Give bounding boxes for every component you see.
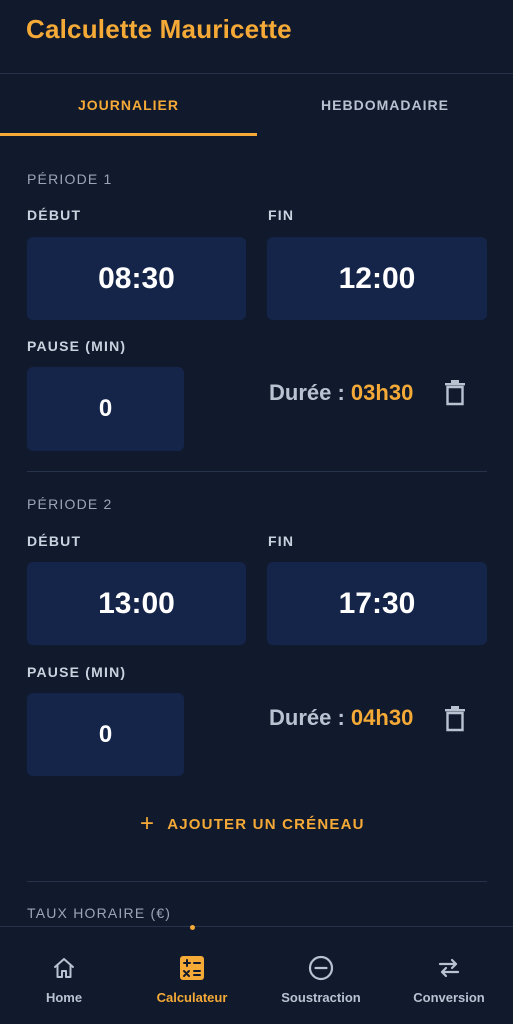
app-root: Calculette Mauricette JOURNALIER HEBDOMA… (0, 0, 513, 1024)
period-2-end-input[interactable]: 17:30 (267, 562, 487, 645)
tab-hebdomadaire[interactable]: HEBDOMADAIRE (257, 74, 513, 136)
add-slot-button[interactable]: + AJOUTER UN CRÉNEAU (140, 809, 365, 839)
add-slot-label: AJOUTER UN CRÉNEAU (167, 815, 365, 833)
period-2-start-input[interactable]: 13:00 (27, 562, 246, 645)
period-2-duration-value: 04h30 (350, 705, 414, 730)
period-2-duration: Durée : 04h30 (269, 705, 413, 731)
period-2-end-label: FIN (268, 533, 295, 549)
app-title: Calculette Mauricette (26, 14, 292, 44)
period-1-pause-input[interactable]: 0 (27, 367, 184, 451)
period-2-pause-input[interactable]: 0 (27, 693, 184, 776)
nav-home-label: Home (45, 990, 83, 1005)
nav-calculateur[interactable]: Calculateur (147, 925, 237, 1024)
minus-circle-icon (308, 955, 334, 981)
nav-conversion[interactable]: Conversion (404, 927, 494, 1024)
period-1-end-input[interactable]: 12:00 (267, 237, 487, 320)
rate-divider (27, 881, 487, 882)
period-1-pause-label: PAUSE (MIN) (27, 338, 127, 354)
tab-journalier[interactable]: JOURNALIER (0, 74, 257, 136)
home-icon (51, 955, 77, 981)
trash-icon[interactable] (444, 380, 466, 406)
bottom-nav: Home Calculateur Soustraction Conversion (0, 925, 513, 1024)
nav-calculateur-label: Calculateur (156, 990, 228, 1005)
period-2-start-label: DÉBUT (27, 533, 82, 549)
period-1-start-input[interactable]: 08:30 (27, 237, 246, 320)
trash-icon[interactable] (444, 706, 466, 732)
period-2-title: PÉRIODE 2 (27, 496, 113, 512)
period-1-duration: Durée : 03h30 (269, 380, 413, 406)
nav-soustraction[interactable]: Soustraction (272, 927, 370, 1024)
period-1-title: PÉRIODE 1 (27, 171, 113, 187)
nav-soustraction-label: Soustraction (281, 990, 361, 1005)
swap-arrows-icon (436, 955, 462, 981)
hourly-rate-label: TAUX HORAIRE (€) (27, 905, 172, 921)
calculator-icon (179, 955, 205, 981)
period-2-duration-label: Durée : (269, 705, 351, 730)
period-1-start-label: DÉBUT (27, 207, 82, 223)
app-header: Calculette Mauricette (0, 0, 513, 74)
plus-icon: + (140, 810, 156, 837)
period-1-end-label: FIN (268, 207, 295, 223)
nav-conversion-label: Conversion (413, 990, 485, 1005)
active-tab-indicator (0, 133, 257, 136)
tab-bar: JOURNALIER HEBDOMADAIRE (0, 74, 513, 136)
period-1-duration-value: 03h30 (350, 380, 414, 405)
active-dot (190, 925, 195, 930)
period-divider (27, 471, 487, 472)
period-2-pause-label: PAUSE (MIN) (27, 664, 127, 680)
period-1-duration-label: Durée : (269, 380, 351, 405)
nav-home[interactable]: Home (25, 927, 103, 1024)
